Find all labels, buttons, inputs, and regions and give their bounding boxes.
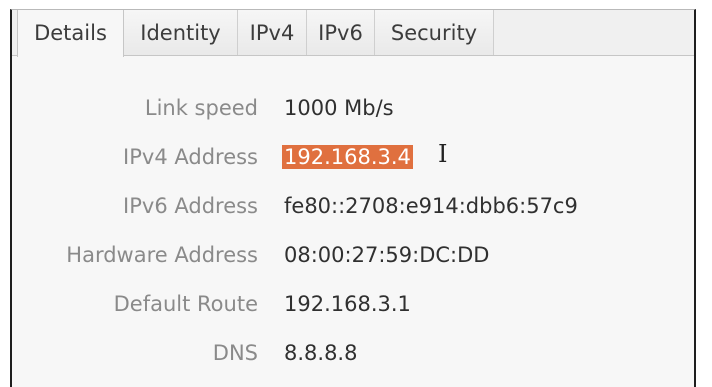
text-cursor-icon: Ⅰ [438, 140, 448, 168]
dns-value[interactable]: 8.8.8.8 [284, 341, 357, 365]
default-route-label: Default Route [113, 292, 258, 316]
tab-details[interactable]: Details [17, 10, 124, 57]
ipv6-address-value[interactable]: fe80::2708:e914:dbb6:57c9 [284, 194, 578, 218]
ipv6-address-label: IPv6 Address [123, 194, 258, 218]
hardware-address-label: Hardware Address [66, 243, 258, 267]
tab-ipv6[interactable]: IPv6 [307, 10, 375, 56]
tab-ipv4[interactable]: IPv4 [238, 10, 307, 56]
hardware-address-value[interactable]: 08:00:27:59:DC:DD [284, 243, 489, 267]
ipv4-address-label: IPv4 Address [123, 145, 258, 169]
link-speed-value[interactable]: 1000 Mb/s [284, 96, 394, 120]
tab-bar: Details Identity IPv4 IPv6 Security [12, 10, 694, 57]
ipv4-address-value[interactable]: 192.168.3.4 [282, 145, 413, 169]
link-speed-label: Link speed [144, 96, 258, 120]
detail-row-hardware-address: Hardware Address 08:00:27:59:DC:DD [12, 243, 694, 273]
detail-row-ipv6-address: IPv6 Address fe80::2708:e914:dbb6:57c9 [12, 194, 694, 224]
detail-row-default-route: Default Route 192.168.3.1 [12, 292, 694, 322]
detail-row-link-speed: Link speed 1000 Mb/s [12, 96, 694, 126]
detail-row-ipv4-address: IPv4 Address 192.168.3.4 [12, 145, 694, 175]
tab-security[interactable]: Security [375, 10, 494, 56]
network-settings-panel: Details Identity IPv4 IPv6 Security Link… [10, 9, 696, 387]
dns-label: DNS [212, 341, 258, 365]
detail-row-dns: DNS 8.8.8.8 [12, 341, 694, 371]
default-route-value[interactable]: 192.168.3.1 [284, 292, 411, 316]
tab-identity[interactable]: Identity [124, 10, 238, 56]
